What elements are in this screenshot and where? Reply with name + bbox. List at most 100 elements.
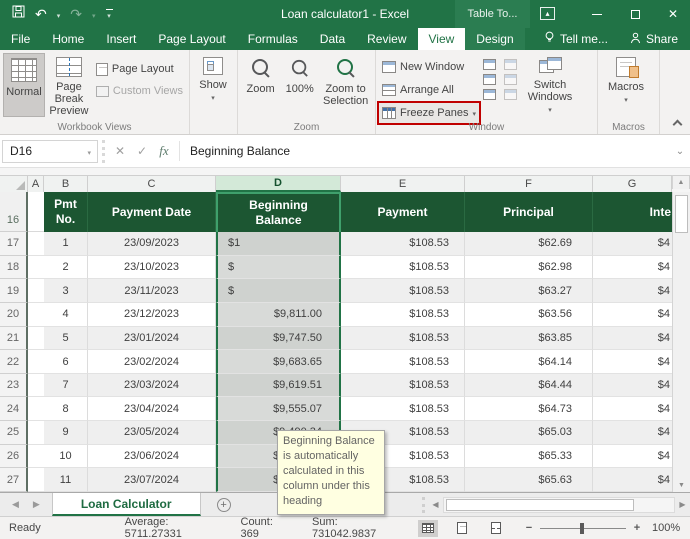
save-icon[interactable] (12, 5, 25, 23)
tab-design[interactable]: Design (465, 28, 525, 50)
column-header-e[interactable]: E (341, 175, 465, 192)
sheet-nav-left-icon[interactable] (12, 499, 19, 510)
cell-a[interactable] (28, 373, 44, 398)
cell-pmt-no[interactable]: 9 (44, 421, 88, 445)
cell-pmt-no[interactable]: 2 (44, 255, 88, 280)
customize-qat-icon[interactable] (105, 9, 113, 19)
cell-beginning-balance[interactable]: $1 (216, 232, 341, 256)
cell-payment-date[interactable]: 23/12/2023 (88, 302, 216, 327)
cell-principal[interactable]: $64.14 (465, 350, 593, 374)
tab-review[interactable]: Review (356, 28, 417, 50)
unhide-window-icon[interactable] (483, 89, 496, 100)
column-header-g[interactable]: G (593, 175, 672, 192)
tab-view[interactable]: View (417, 28, 466, 50)
collapse-ribbon-icon[interactable] (672, 119, 683, 130)
hide-window-icon[interactable] (483, 74, 496, 85)
cell-payment-date[interactable]: 23/02/2024 (88, 350, 216, 374)
zoom-100-button[interactable]: 100% (280, 53, 319, 117)
header-cell-interest[interactable]: Inte (593, 192, 672, 232)
cell-interest[interactable]: $4 (593, 326, 672, 351)
cell-a[interactable] (28, 255, 44, 280)
zoom-in-icon[interactable] (630, 522, 644, 534)
cell-payment-date[interactable]: 23/06/2024 (88, 444, 216, 469)
cell-a[interactable] (28, 302, 44, 327)
cell-principal[interactable]: $65.33 (465, 444, 593, 469)
cell-payment[interactable]: $108.53 (341, 255, 465, 280)
scroll-down-icon[interactable] (673, 478, 690, 492)
scroll-left-icon[interactable] (428, 500, 443, 509)
zoom-slider[interactable] (522, 522, 644, 534)
cell-interest[interactable]: $4 (593, 303, 672, 327)
cell-principal[interactable]: $65.63 (465, 468, 593, 493)
header-cell-principal[interactable]: Principal (465, 192, 593, 232)
tab-file[interactable]: File (0, 28, 41, 50)
page-layout-view-button[interactable]: Page Layout (93, 59, 186, 79)
new-sheet-button[interactable]: + (201, 493, 247, 516)
cell-beginning-balance[interactable]: $ (216, 279, 341, 303)
cell-pmt-no[interactable]: 8 (44, 397, 88, 422)
tab-formulas[interactable]: Formulas (237, 28, 309, 50)
sheet-nav-right-icon[interactable] (33, 499, 40, 510)
cell-pmt-no[interactable]: 10 (44, 444, 88, 469)
row-number[interactable]: 19 (0, 279, 28, 303)
macros-button[interactable]: Macros (601, 53, 651, 117)
cell-payment-date[interactable]: 23/10/2023 (88, 255, 216, 280)
cell-pmt-no[interactable]: 5 (44, 326, 88, 351)
cell-interest[interactable]: $4 (593, 373, 672, 398)
status-page-layout-button[interactable] (452, 520, 472, 537)
tab-home[interactable]: Home (41, 28, 95, 50)
cell-a[interactable] (28, 397, 44, 422)
row-number[interactable]: 23 (0, 373, 28, 398)
horizontal-scroll-track[interactable] (443, 496, 675, 513)
vertical-scroll-thumb[interactable] (675, 195, 688, 233)
select-all-corner[interactable] (0, 175, 28, 192)
cell-payment[interactable]: $108.53 (341, 373, 465, 398)
insert-function-icon[interactable] (153, 143, 175, 159)
cell-principal[interactable]: $63.56 (465, 302, 593, 327)
cell-payment[interactable]: $108.53 (341, 350, 465, 374)
horizontal-scrollbar[interactable] (428, 493, 690, 516)
column-header-d-selected[interactable]: D (216, 175, 341, 192)
share-button[interactable]: Share (618, 28, 690, 50)
cell-a[interactable] (28, 421, 44, 445)
cell-pmt-no[interactable]: 11 (44, 468, 88, 493)
horizontal-scroll-thumb[interactable] (446, 498, 634, 511)
cell-pmt-no[interactable]: 1 (44, 232, 88, 256)
cell-beginning-balance[interactable]: $9,619.51 (216, 373, 341, 398)
cell-interest[interactable]: $4 (593, 350, 672, 374)
minimize-button[interactable] (580, 0, 614, 28)
name-box[interactable]: D16 (2, 139, 98, 163)
cell-a[interactable] (28, 350, 44, 374)
cell-payment-date[interactable]: 23/03/2024 (88, 373, 216, 398)
row-number[interactable]: 17 (0, 232, 28, 256)
maximize-button[interactable] (618, 0, 652, 28)
freeze-panes-button[interactable]: Freeze Panes (377, 101, 481, 125)
cell-a[interactable] (28, 444, 44, 469)
cell-payment[interactable]: $108.53 (341, 326, 465, 351)
new-window-button[interactable]: New Window (379, 57, 479, 77)
cell-interest[interactable]: $4 (593, 232, 672, 256)
header-cell-payment-date[interactable]: Payment Date (88, 192, 216, 232)
header-cell-beginning-balance[interactable]: Beginning Balance (216, 192, 341, 232)
cell-pmt-no[interactable]: 7 (44, 373, 88, 398)
vertical-scroll-track[interactable] (673, 192, 690, 478)
cell-a[interactable] (28, 326, 44, 351)
cell-principal[interactable]: $63.85 (465, 326, 593, 351)
undo-dropdown-icon[interactable] (57, 5, 61, 23)
column-header-b[interactable]: B (44, 175, 88, 192)
row-number-16[interactable]: 16 (0, 192, 28, 232)
page-break-preview-button[interactable]: Page Break Preview (45, 53, 93, 117)
name-box-dropdown-icon[interactable] (87, 144, 91, 158)
show-button[interactable]: Show (193, 53, 233, 117)
cell-payment-date[interactable]: 23/04/2024 (88, 397, 216, 422)
row-number[interactable]: 24 (0, 397, 28, 422)
cell-principal[interactable]: $62.69 (465, 232, 593, 256)
cell-pmt-no[interactable]: 6 (44, 350, 88, 374)
cell-interest[interactable]: $4 (593, 279, 672, 303)
column-header-c[interactable]: C (88, 175, 216, 192)
cell-principal[interactable]: $63.27 (465, 279, 593, 303)
ribbon-display-options-icon[interactable] (540, 7, 555, 20)
cell-payment[interactable]: $108.53 (341, 302, 465, 327)
cell-payment-date[interactable]: 23/11/2023 (88, 279, 216, 303)
cell-beginning-balance[interactable]: $9,555.07 (216, 397, 341, 422)
